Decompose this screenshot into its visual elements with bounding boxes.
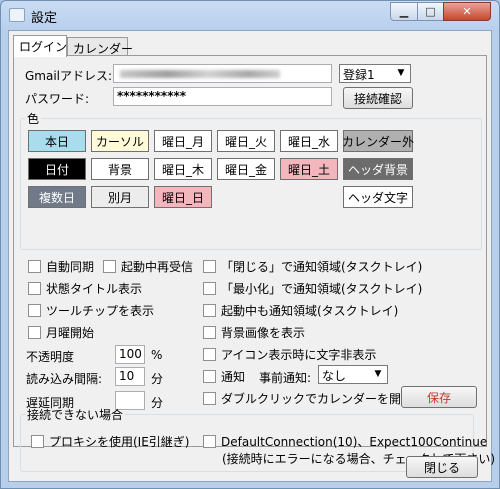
- login-tab-panel: Gmailアドレス: 登録1 ▼ パスワード: *********** 接続確認…: [13, 55, 495, 472]
- chevron-down-icon: ▼: [374, 369, 382, 379]
- color-button-16[interactable]: ヘッダ文字: [343, 186, 413, 208]
- close-icon: ✕: [462, 5, 472, 18]
- advance-notice-select[interactable]: なし ▼: [318, 365, 388, 384]
- account-select[interactable]: 登録1 ▼: [339, 64, 411, 83]
- color-button-7[interactable]: 日付: [28, 158, 86, 180]
- password-label: パスワード:: [25, 92, 90, 106]
- checkbox-box: [203, 282, 216, 295]
- color-button-4[interactable]: 曜日_火: [217, 130, 275, 152]
- minimize-icon: ▁: [399, 5, 409, 18]
- checkbox-box: [203, 392, 216, 405]
- account-select-value: 登録1: [343, 68, 375, 82]
- checkbox-box: [28, 304, 41, 317]
- checkbox-box: [203, 348, 216, 361]
- minimize-to-tray-checkbox[interactable]: 「最小化」で通知領域(タスクトレイ): [203, 280, 422, 297]
- minimize-to-tray-label: 「最小化」で通知領域(タスクトレイ): [221, 282, 423, 296]
- default-connection-checkbox[interactable]: DefaultConnection(10)、Expect100Continue: [203, 433, 487, 450]
- proxy-label: プロキシを使用(IE引継ぎ): [49, 435, 190, 449]
- show-status-title-label: 状態タイトル表示: [46, 282, 143, 296]
- tab-calendar[interactable]: カレンダー: [67, 37, 133, 56]
- redacted-email-blur: [120, 70, 280, 78]
- default-connection-label: DefaultConnection(10)、Expect100Continue: [221, 435, 488, 449]
- password-input[interactable]: ***********: [113, 87, 332, 106]
- window-icon: [9, 8, 25, 22]
- show-tooltip-checkbox[interactable]: ツールチップを表示: [28, 302, 154, 319]
- color-button-2[interactable]: カーソル: [91, 130, 149, 152]
- checkbox-box: [28, 282, 41, 295]
- tray-while-running-label: 起動中も通知領域(タスクトレイ): [221, 304, 399, 318]
- connection-group-label: 接続できない場合: [27, 408, 124, 422]
- tab-login[interactable]: ログイン: [13, 35, 67, 57]
- color-button-5[interactable]: 曜日_水: [280, 130, 338, 152]
- show-tooltip-label: ツールチップを表示: [46, 304, 155, 318]
- checkbox-box: [28, 260, 41, 273]
- dialog-client-area: ログイン カレンダー Gmailアドレス: 登録1 ▼ パスワード: *****…: [8, 30, 495, 482]
- color-button-13[interactable]: 複数日: [28, 186, 86, 208]
- opacity-label: 不透明度: [26, 350, 75, 364]
- color-button-3[interactable]: 曜日_月: [154, 130, 212, 152]
- color-group-label: 色: [27, 112, 40, 126]
- title-bar[interactable]: 設定 ▁ □ ✕: [1, 1, 499, 29]
- save-button[interactable]: 保存: [401, 386, 477, 408]
- checkbox-box: [31, 435, 44, 448]
- checkbox-box: [203, 435, 216, 448]
- auto-sync-checkbox[interactable]: 自動同期: [28, 258, 94, 275]
- color-button-12[interactable]: ヘッダ背景: [343, 158, 413, 180]
- color-button-15[interactable]: 曜日_日: [154, 186, 212, 208]
- color-button-10[interactable]: 曜日_金: [217, 158, 275, 180]
- notify-checkbox[interactable]: 通知: [203, 368, 245, 385]
- close-window-button[interactable]: ✕: [443, 2, 491, 21]
- checkbox-box: [28, 326, 41, 339]
- gmail-address-input[interactable]: [113, 64, 332, 83]
- double-click-open-label: ダブルクリックでカレンダーを開く: [221, 392, 414, 406]
- checkbox-box: [203, 370, 216, 383]
- advance-notice-label: 事前通知:: [259, 371, 312, 385]
- settings-window: 設定 ▁ □ ✕ ログイン カレンダー Gmailアドレス: 登録1 ▼ パスワ…: [0, 0, 500, 489]
- minimize-button[interactable]: ▁: [390, 2, 418, 21]
- show-status-title-checkbox[interactable]: 状態タイトル表示: [28, 280, 142, 297]
- advance-notice-value: なし: [322, 369, 347, 383]
- read-interval-unit: 分: [151, 372, 164, 386]
- read-interval-label: 読み込み間隔:: [26, 372, 103, 386]
- opacity-input[interactable]: 100: [115, 345, 145, 364]
- checkbox-box: [103, 260, 116, 273]
- close-button[interactable]: 閉じる: [406, 456, 478, 478]
- checkbox-box: [203, 304, 216, 317]
- checkbox-box: [203, 326, 216, 339]
- notify-label: 通知: [221, 370, 246, 384]
- color-button-1[interactable]: 本日: [28, 130, 86, 152]
- opacity-unit: %: [151, 348, 163, 362]
- window-title: 設定: [31, 11, 58, 26]
- proxy-checkbox[interactable]: プロキシを使用(IE引継ぎ): [31, 433, 190, 450]
- resync-on-start-checkbox[interactable]: 起動中再受信: [103, 258, 193, 275]
- color-button-8[interactable]: 背景: [91, 158, 149, 180]
- resync-on-start-label: 起動中再受信: [121, 260, 194, 274]
- hide-text-with-icon-label: アイコン表示時に文字非表示: [221, 348, 377, 362]
- monday-start-label: 月曜開始: [46, 326, 95, 340]
- read-interval-input[interactable]: 10: [115, 367, 145, 386]
- show-bg-image-checkbox[interactable]: 背景画像を表示: [203, 324, 305, 341]
- monday-start-checkbox[interactable]: 月曜開始: [28, 324, 94, 341]
- double-click-open-checkbox[interactable]: ダブルクリックでカレンダーを開く: [203, 390, 413, 407]
- color-button-6[interactable]: カレンダー外: [342, 130, 414, 152]
- close-to-tray-label: 「閉じる」で通知領域(タスクトレイ): [221, 260, 423, 274]
- maximize-icon: □: [425, 5, 436, 18]
- color-button-14[interactable]: 別月: [91, 186, 149, 208]
- checkbox-box: [203, 260, 216, 273]
- maximize-button[interactable]: □: [417, 2, 444, 21]
- chevron-down-icon: ▼: [397, 68, 405, 78]
- tray-while-running-checkbox[interactable]: 起動中も通知領域(タスクトレイ): [203, 302, 398, 319]
- connection-check-button[interactable]: 接続確認: [343, 87, 413, 109]
- auto-sync-label: 自動同期: [46, 260, 95, 274]
- close-to-tray-checkbox[interactable]: 「閉じる」で通知領域(タスクトレイ): [203, 258, 422, 275]
- gmail-label: Gmailアドレス:: [25, 69, 113, 83]
- show-bg-image-label: 背景画像を表示: [221, 326, 306, 340]
- color-button-11[interactable]: 曜日_土: [280, 158, 338, 180]
- color-button-9[interactable]: 曜日_木: [154, 158, 212, 180]
- hide-text-with-icon-checkbox[interactable]: アイコン表示時に文字非表示: [203, 346, 376, 363]
